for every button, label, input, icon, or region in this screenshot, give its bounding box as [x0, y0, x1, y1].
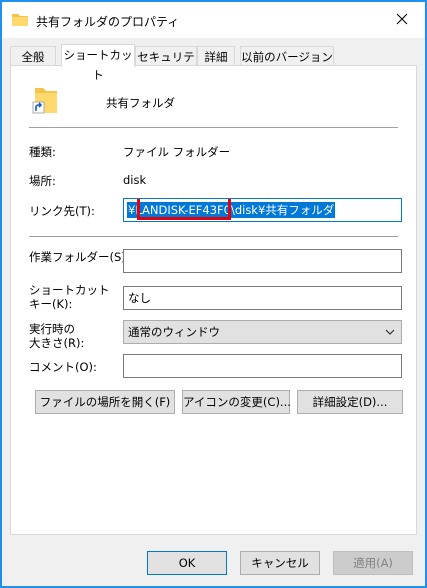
separator	[29, 127, 398, 128]
open-file-location-button[interactable]: ファイルの場所を開く(F)	[35, 390, 175, 414]
location-label: 場所:	[29, 174, 56, 188]
tab-shortcut[interactable]: ショートカット	[61, 44, 135, 82]
separator	[29, 236, 398, 237]
workdir-label: 作業フォルダー(S):	[29, 250, 130, 264]
shortcut-key-input[interactable]: なし	[123, 286, 402, 310]
properties-window: 共有フォルダのプロパティ 全般 ショートカット セキュリティ 詳細 以前のバージ…	[0, 0, 427, 588]
run-size-label: 実行時の 大きさ(R):	[29, 322, 85, 350]
shortcut-name: 共有フォルダ	[106, 96, 175, 110]
tab-general[interactable]: 全般	[10, 46, 56, 66]
type-value: ファイル フォルダー	[123, 145, 231, 159]
workdir-input[interactable]	[123, 249, 402, 273]
close-icon	[396, 13, 408, 25]
close-button[interactable]	[379, 2, 425, 36]
title-bar: 共有フォルダのプロパティ	[2, 2, 425, 38]
shortcut-key-label: ショートカット キー(K):	[29, 283, 110, 311]
folder-icon	[12, 12, 28, 26]
shortcut-folder-icon	[31, 84, 57, 114]
annotation-highlight-box	[137, 199, 231, 220]
chevron-down-icon	[385, 329, 395, 335]
tab-security[interactable]: セキュリティ	[135, 46, 197, 84]
advanced-settings-button[interactable]: 詳細設定(D)...	[297, 390, 403, 414]
comment-label: コメント(O):	[29, 360, 97, 374]
ok-button[interactable]: OK	[147, 551, 227, 575]
location-value: disk	[123, 173, 147, 187]
window-title: 共有フォルダのプロパティ	[36, 15, 180, 29]
target-input[interactable]: ¥LANDISK-EF43F0\disk¥共有フォルダ	[123, 198, 402, 222]
comment-input[interactable]	[123, 354, 402, 378]
type-label: 種類:	[29, 145, 56, 159]
run-size-value: 通常のウィンドウ	[128, 325, 220, 339]
apply-button[interactable]: 適用(A)	[333, 551, 413, 575]
shortcut-panel: 共有フォルダ 種類: ファイル フォルダー 場所: disk リンク先(T): …	[10, 65, 417, 535]
tab-details[interactable]: 詳細	[197, 46, 235, 66]
run-size-select[interactable]: 通常のウィンドウ	[123, 320, 402, 344]
change-icon-button[interactable]: アイコンの変更(C)...	[182, 390, 291, 414]
target-label: リンク先(T):	[29, 204, 95, 218]
tab-previous-versions[interactable]: 以前のバージョン	[240, 46, 334, 66]
cancel-button[interactable]: キャンセル	[240, 551, 320, 575]
